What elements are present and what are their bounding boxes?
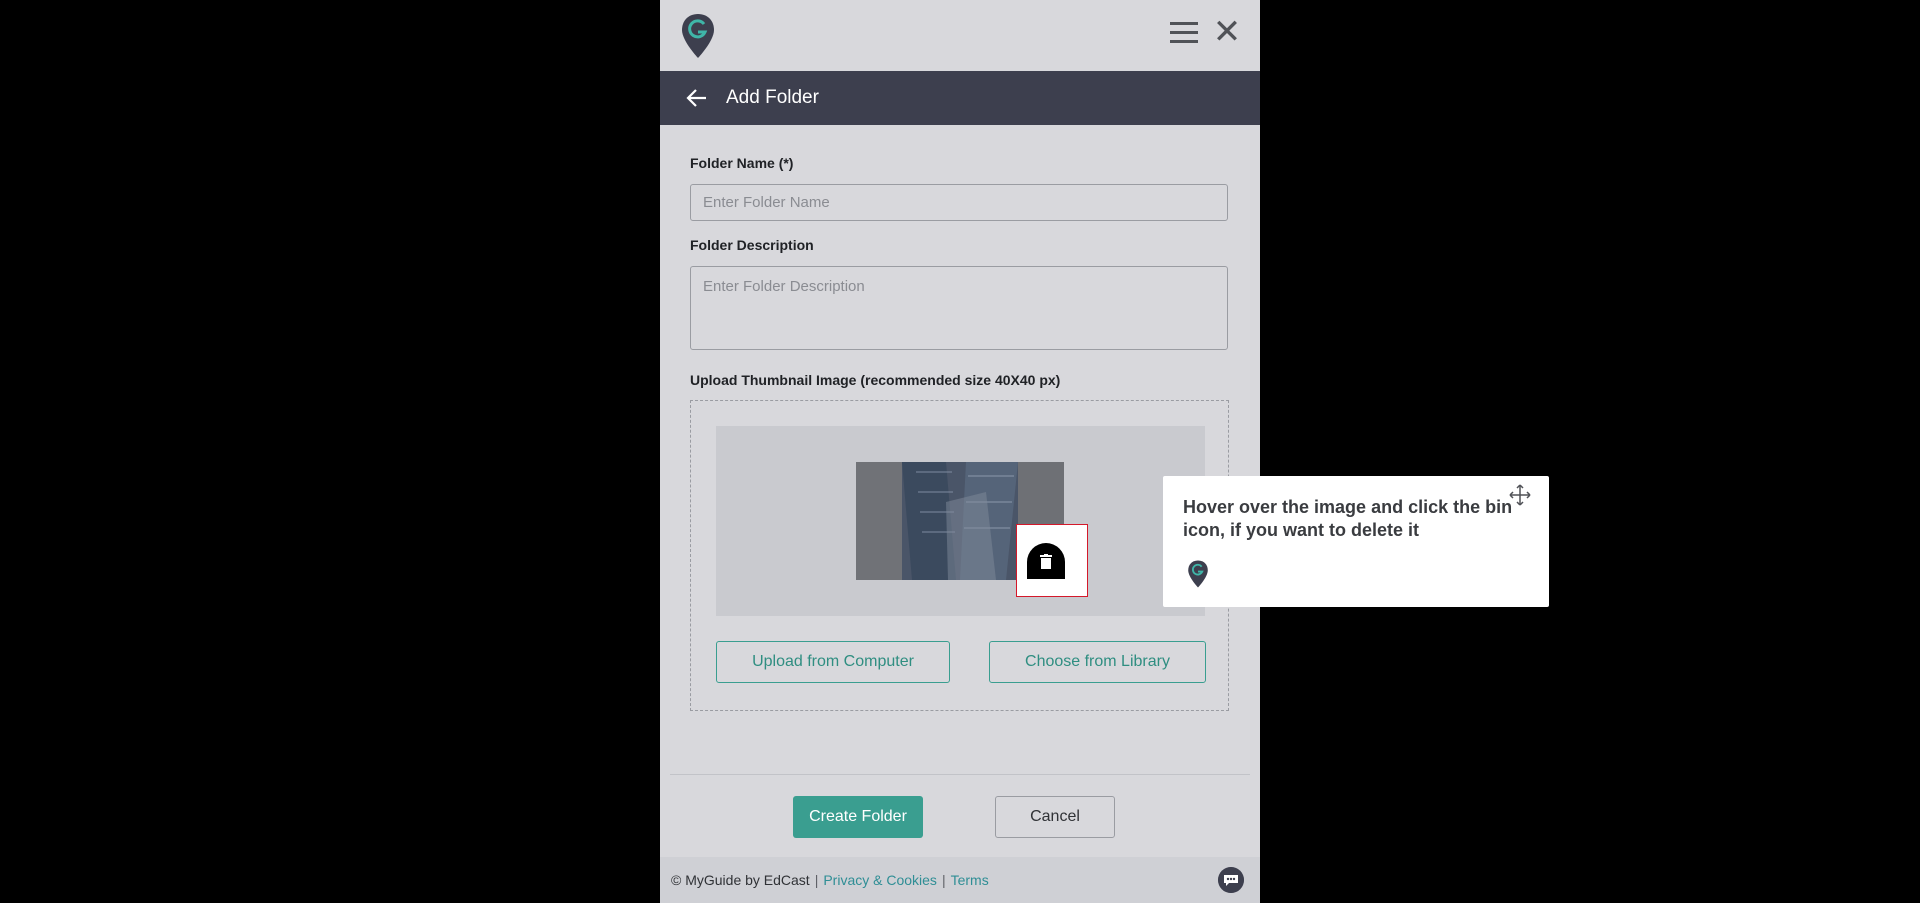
folder-description-label: Folder Description: [690, 237, 814, 253]
trash-icon[interactable]: [1040, 554, 1052, 569]
page-title: Add Folder: [726, 87, 819, 108]
delete-thumbnail-highlight[interactable]: [1016, 524, 1088, 597]
cancel-button[interactable]: Cancel: [995, 796, 1115, 838]
back-arrow-icon[interactable]: [684, 85, 710, 111]
footer: © MyGuide by EdCast | Privacy & Cookies | Te…: [660, 857, 1260, 903]
folder-name-input[interactable]: [690, 184, 1228, 221]
move-icon[interactable]: [1509, 484, 1531, 506]
separator: |: [941, 872, 946, 888]
side-panel: ✕ Add Folder Folder Name (*) Folder Desc…: [660, 0, 1260, 903]
divider: [670, 774, 1250, 775]
close-icon[interactable]: ✕: [1212, 14, 1242, 50]
privacy-link[interactable]: Privacy & Cookies: [823, 872, 937, 888]
thumbnail-preview-area: [716, 426, 1205, 616]
copyright-text: © MyGuide by EdCast: [671, 872, 810, 888]
thumbnail-dropzone: Upload from Computer Choose from Library: [690, 400, 1229, 711]
panel-header: Add Folder: [660, 71, 1260, 125]
create-folder-button[interactable]: Create Folder: [793, 796, 923, 838]
separator: |: [814, 872, 819, 888]
folder-description-input[interactable]: [690, 266, 1228, 350]
thumbnail-label: Upload Thumbnail Image (recommended size…: [690, 372, 1061, 388]
top-bar: ✕: [660, 0, 1260, 71]
myguide-logo-icon: [1188, 560, 1208, 588]
chat-icon[interactable]: [1218, 867, 1244, 893]
folder-name-label: Folder Name (*): [690, 155, 794, 171]
upload-from-computer-button[interactable]: Upload from Computer: [716, 641, 950, 683]
trash-button[interactable]: [1027, 543, 1065, 579]
choose-from-library-button[interactable]: Choose from Library: [989, 641, 1206, 683]
tooltip-text: Hover over the image and click the bin i…: [1183, 497, 1513, 540]
terms-link[interactable]: Terms: [951, 872, 989, 888]
hamburger-icon[interactable]: [1170, 20, 1200, 46]
myguide-logo-icon: [682, 14, 714, 58]
footer-links: © MyGuide by EdCast | Privacy & Cookies | Te…: [671, 857, 989, 903]
guide-tooltip: Hover over the image and click the bin i…: [1163, 476, 1549, 607]
